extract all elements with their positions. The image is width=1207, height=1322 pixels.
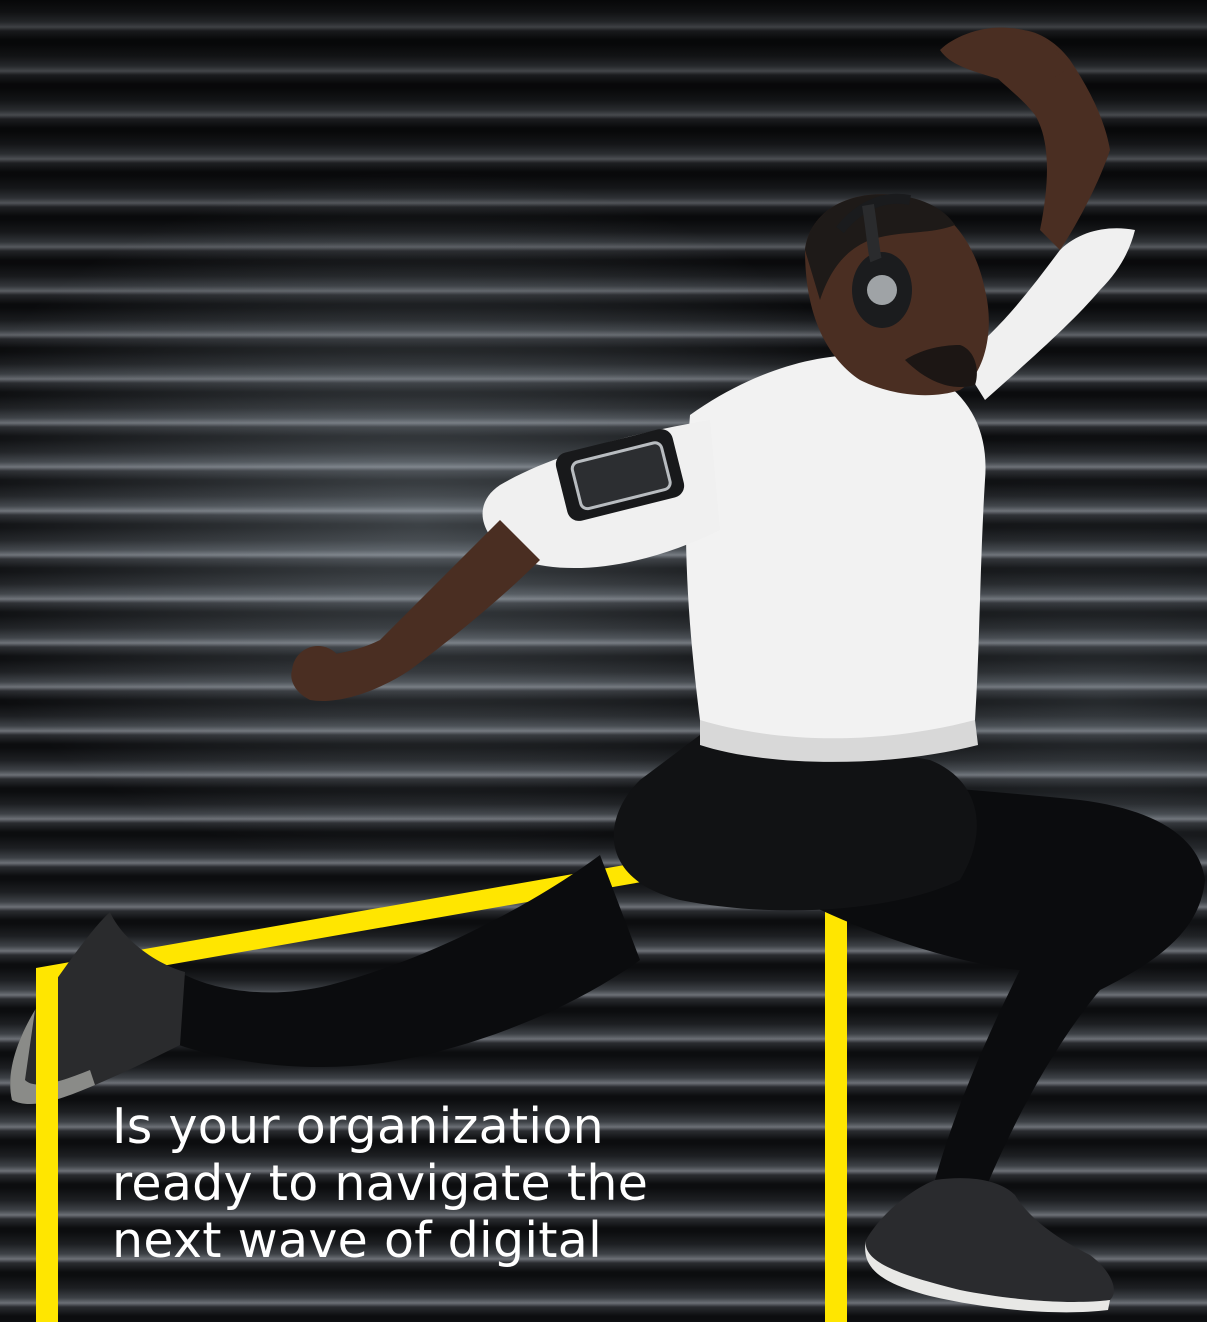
- headline-text: Is your organization ready to navigate t…: [112, 1098, 649, 1269]
- runner-torso: [685, 355, 986, 762]
- cover-image: Is your organization ready to navigate t…: [0, 0, 1207, 1322]
- runner-back-leg: [10, 855, 640, 1105]
- runner-hips: [613, 735, 977, 911]
- yellow-frame-front: [36, 975, 58, 1322]
